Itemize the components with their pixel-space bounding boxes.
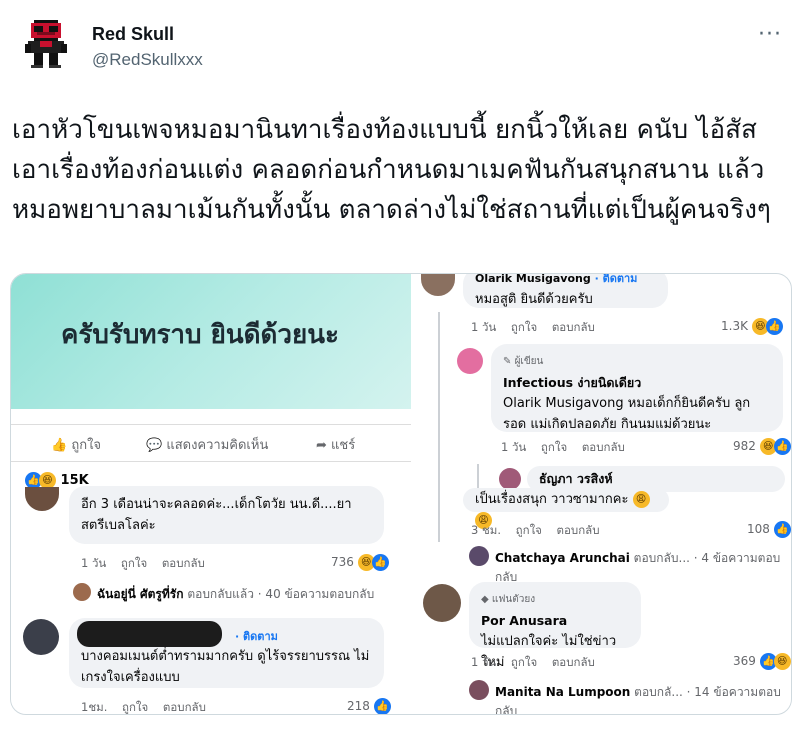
reaction-count-2[interactable]: 218 👍 — [347, 698, 391, 714]
comment-bubble-1: อีก 3 เดือนน่าจะคลอดค่ะ...เด็กโตวัย นน.ด… — [69, 486, 384, 544]
like-link[interactable]: ถูกใจ — [121, 556, 147, 570]
like-link[interactable]: ถูกใจ — [541, 440, 567, 454]
reaction-count-r4[interactable]: 369 👍 😆 — [733, 653, 791, 670]
tweet-header: Red Skull @RedSkullxxx ··· — [22, 14, 782, 78]
reaction-count-r1[interactable]: 1.3K 😆 👍 — [721, 318, 783, 335]
comment-bubble-r2: ✎ ผู้เขียน Infectious ง่ายนิดเดียว Olari… — [491, 344, 783, 432]
reaction-count-r3[interactable]: 108 👍 — [747, 521, 791, 538]
like-action[interactable]: 👍 ถูกใจ — [51, 434, 101, 455]
commenter-avatar[interactable] — [23, 619, 59, 655]
tweet-media-image[interactable]: ครับรับทราบ ยินดีด้วยนะ 👍 ถูกใจ 💬 แสดงคว… — [10, 273, 792, 715]
tweet-text: เอาหัวโขนเพจหมอมานินทาเรื่องท้องแบบนี้ ย… — [12, 115, 771, 225]
commenter-avatar[interactable] — [25, 487, 59, 511]
like-reaction-icon: 👍 — [765, 318, 783, 335]
share-arrow-icon: ➦ — [316, 438, 332, 453]
comment-meta-r3: 3 ชม. ถูกใจ ตอบกลับ — [471, 523, 600, 537]
user-handle[interactable]: @RedSkullxxx — [92, 50, 203, 70]
banner-text: ครับรับทราบ ยินดีด้วยนะ — [61, 320, 339, 350]
like-reaction-icon: 👍 — [773, 438, 791, 455]
emoji-icon: 😩 — [632, 491, 650, 508]
like-link[interactable]: ถูกใจ — [516, 523, 542, 537]
comment-bubble-2: · ติดตาม บางคอมเมนต์ต่ำทรามมากครับ ดูไร้… — [69, 618, 384, 688]
comment-bubble-icon: 💬 — [146, 438, 167, 453]
reaction-count-r2[interactable]: 982 😆 👍 — [733, 438, 791, 455]
top-fan-badge: ◆ แฟนตัวยง — [481, 594, 536, 605]
like-reaction-icon: 👍 — [773, 521, 791, 538]
reply-avatar[interactable] — [469, 680, 489, 700]
like-reaction-icon: 👍 — [373, 698, 391, 714]
reply-avatar[interactable] — [73, 583, 91, 601]
follow-link[interactable]: · ติดตาม — [595, 274, 638, 285]
reply-avatar[interactable] — [469, 546, 489, 566]
thread-line — [438, 312, 440, 542]
reply-link[interactable]: ตอบกลับ — [552, 320, 595, 334]
like-link[interactable]: ถูกใจ — [122, 700, 148, 714]
comment-meta-1: 1 วัน ถูกใจ ตอบกลับ — [81, 556, 205, 570]
commenter-avatar[interactable] — [421, 274, 455, 296]
redacted-name — [77, 621, 222, 647]
reply-link[interactable]: ตอบกลับ — [552, 655, 595, 669]
comment-bubble-r4: ◆ แฟนตัวยง Por Anusara ไม่แปลกใจค่ะ ไม่ใ… — [469, 582, 641, 670]
like-link[interactable]: ถูกใจ — [511, 655, 537, 669]
left-screenshot: ครับรับทราบ ยินดีด้วยนะ 👍 ถูกใจ 💬 แสดงคว… — [11, 274, 411, 714]
red-skull-avatar[interactable] — [22, 20, 70, 68]
reply-link[interactable]: ตอบกลับ — [582, 440, 625, 454]
comment-meta-r1: 1 วัน ถูกใจ ตอบกลับ — [471, 320, 595, 334]
comment-bubble-r1: Olarik Musigavong · ติดตาม หมอสูติ ยินดี… — [463, 274, 668, 308]
comment-meta-r2: 1 วัน ถูกใจ ตอบกลับ — [501, 440, 625, 454]
author-badge: ✎ ผู้เขียน — [503, 356, 544, 367]
page-avatar[interactable] — [457, 348, 483, 374]
post-action-bar: 👍 ถูกใจ 💬 แสดงความคิดเห็น ➦ แชร์ — [11, 424, 411, 462]
reply-link[interactable]: ตอบกลับ — [557, 523, 600, 537]
reply-link[interactable]: ตอบกลับ — [162, 556, 205, 570]
reply-thread-1[interactable]: ฉันอยู่นี่ ศัตรูที่รัก ตอบกลับแล้ว · 40 … — [97, 585, 374, 604]
more-options-icon[interactable]: ··· — [758, 22, 782, 47]
reply-thread-r2[interactable]: Manita Na Lumpoon ตอบกลั... · 14 ข้อความ… — [495, 683, 791, 714]
share-action[interactable]: ➦ แชร์ — [316, 434, 355, 455]
thumbs-up-icon: 👍 — [51, 438, 72, 453]
haha-reaction-icon: 😆 — [773, 653, 791, 670]
commenter-avatar[interactable] — [423, 584, 461, 622]
right-screenshot: Olarik Musigavong · ติดตาม หมอสูติ ยินดี… — [411, 274, 791, 714]
display-name[interactable]: Red Skull — [92, 24, 174, 45]
reaction-count-1[interactable]: 736 😆 👍 — [331, 554, 389, 571]
comment-bubble-r3: เป็นเรื่องสนุก วาวซามากคะ 😩😩 — [463, 488, 669, 529]
comment-meta-r4: 1 วัน ถูกใจ ตอบกลับ — [471, 655, 595, 669]
comment-action[interactable]: 💬 แสดงความคิดเห็น — [146, 434, 268, 455]
post-banner: ครับรับทราบ ยินดีด้วยนะ — [11, 274, 411, 409]
like-link[interactable]: ถูกใจ — [511, 320, 537, 334]
follow-link[interactable]: · ติดตาม — [235, 626, 278, 647]
comment-meta-2: 1ชม. ถูกใจ ตอบกลับ — [81, 700, 206, 714]
like-reaction-icon: 👍 — [371, 554, 389, 571]
commenter-avatar[interactable] — [499, 468, 521, 490]
reply-link[interactable]: ตอบกลับ — [163, 700, 206, 714]
